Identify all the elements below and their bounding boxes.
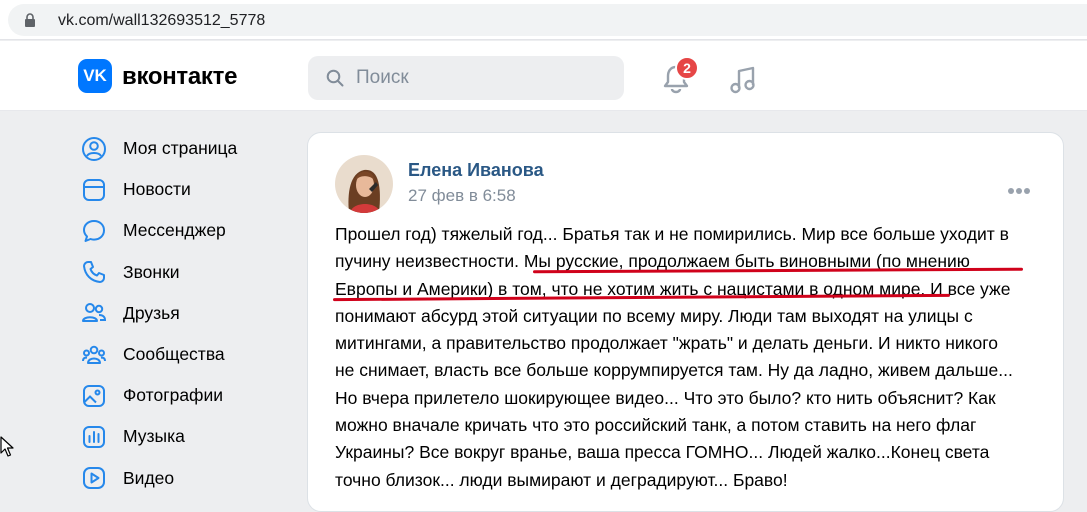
sidebar-item-label: Мессенджер (123, 220, 226, 241)
url-text: vk.com/wall132693512_5778 (58, 12, 266, 29)
search-input[interactable] (356, 66, 606, 90)
post-text-line: митингами, а правительство продолжает "ж… (335, 333, 998, 354)
sidebar-item-calls[interactable]: Звонки (80, 252, 280, 293)
phone-icon (80, 258, 108, 286)
sidebar-item-communities[interactable]: Сообщества (80, 334, 280, 375)
music-icon[interactable] (728, 65, 758, 95)
sidebar-item-label: Друзья (123, 302, 180, 323)
post-text-line: не снимает, власть все больше коррумпиру… (335, 360, 1013, 381)
sidebar-item-music[interactable]: Музыка (80, 416, 280, 457)
user-circle-icon (80, 135, 108, 163)
sidebar-item-label: Сообщества (123, 344, 225, 365)
sidebar-item-label: Фотографии (123, 385, 224, 406)
logo-text[interactable]: вконтакте (122, 63, 237, 91)
friends-icon (80, 299, 108, 327)
search-box[interactable] (308, 56, 624, 100)
post-text: Прошел год) тяжелый год... Братья так и … (335, 221, 1045, 494)
post-author-link[interactable]: Елена Иванова (408, 160, 544, 181)
post-text-line: Украины? Все вокруг вранье, ваша пресса … (335, 442, 990, 463)
post-text-line: Но вчера прилетело шокирующее видео... Ч… (335, 387, 996, 408)
sidebar-item-label: Музыка (123, 426, 185, 447)
photo-icon (80, 382, 108, 410)
sidebar-item-friends[interactable]: Друзья (80, 293, 280, 334)
avatar[interactable] (335, 155, 393, 213)
video-icon (80, 464, 108, 492)
search-icon (326, 69, 344, 87)
post-text-line: точно близок... люди вымирают и деградир… (335, 469, 788, 490)
post-text-line: Прошел год) тяжелый год... Братья так и … (335, 224, 1009, 244)
top-header: VK вконтакте 2 (0, 41, 1087, 111)
sidebar-item-label: Новости (123, 179, 191, 200)
notifications-badge[interactable]: 2 (675, 56, 699, 80)
lock-icon (25, 13, 35, 27)
browser-address-bar: vk.com/wall132693512_5778 (0, 0, 1087, 40)
sidebar-item-label: Видео (123, 467, 175, 488)
communities-icon (80, 341, 108, 369)
sidebar-item-news[interactable]: Новости (80, 169, 280, 210)
news-icon (80, 176, 108, 204)
vk-logo-icon[interactable]: VK (78, 59, 112, 93)
sidebar-item-video[interactable]: Видео (80, 458, 280, 499)
chat-bubble-icon (80, 217, 108, 245)
url-field[interactable]: vk.com/wall132693512_5778 (8, 4, 1087, 36)
post-date[interactable]: 27 фев в 6:58 (408, 186, 516, 206)
sidebar-item-messenger[interactable]: Мессенджер (80, 210, 280, 251)
post-text-line: понимают абсурд этой ситуации по всему м… (335, 305, 973, 326)
music-icon (80, 423, 108, 451)
wall-post: Елена Иванова 27 фев в 6:58 Прошел год) … (307, 132, 1064, 512)
sidebar-item-photos[interactable]: Фотографии (80, 375, 280, 416)
sidebar-item-label: Моя страница (123, 138, 238, 159)
sidebar-item-label: Звонки (123, 261, 180, 282)
post-text-line: можно вначале кричать что это российский… (335, 415, 977, 436)
left-sidebar: Моя страница Новости Мессенджер Звонки Д… (80, 128, 280, 499)
more-options-icon[interactable] (1008, 181, 1034, 194)
sidebar-item-my-page[interactable]: Моя страница (80, 128, 280, 169)
mouse-cursor-icon (0, 436, 14, 457)
